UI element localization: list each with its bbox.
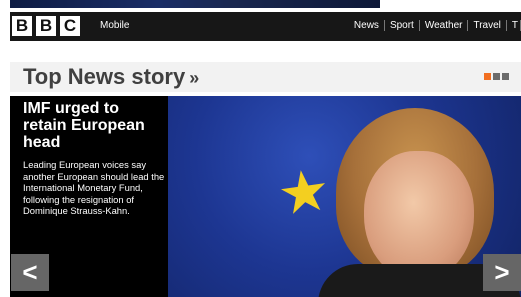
double-chevron-icon: » (189, 68, 200, 88)
nav-item-truncated[interactable]: T (507, 20, 521, 31)
previous-story-button[interactable]: < (11, 254, 49, 291)
main-nav: News Sport Weather Travel T (349, 20, 521, 31)
pager-dot-3[interactable] (502, 73, 509, 80)
section-title-link[interactable]: Top News story» (23, 63, 199, 92)
pager-dot-2[interactable] (493, 73, 500, 80)
nav-item-travel[interactable]: Travel (468, 20, 507, 31)
person-face (364, 151, 474, 281)
story-photo[interactable]: ★ (168, 96, 521, 297)
section-header: Top News story» (10, 62, 521, 92)
logo-letter: B (36, 16, 56, 36)
chevron-left-icon: < (22, 257, 38, 287)
section-title: Top News story (23, 64, 186, 89)
top-story-carousel: ★ IMF urged to retain European head Lead… (10, 96, 521, 297)
bbc-logo[interactable]: B B C (12, 16, 80, 36)
top-image-strip (0, 0, 521, 12)
story-headline[interactable]: IMF urged to retain European head (23, 100, 163, 151)
story-summary: Leading European voices say another Euro… (23, 159, 165, 216)
pager-dot-1[interactable] (484, 73, 491, 80)
next-story-button[interactable]: > (483, 254, 521, 291)
nav-item-sport[interactable]: Sport (385, 20, 420, 31)
brand-subtitle: Mobile (100, 20, 130, 31)
logo-letter: B (12, 16, 32, 36)
header-bar: B B C Mobile News Sport Weather Travel T (10, 12, 521, 41)
eu-star-icon: ★ (273, 156, 335, 229)
nav-item-news[interactable]: News (349, 20, 385, 31)
nav-item-weather[interactable]: Weather (420, 20, 469, 31)
logo-letter: C (60, 16, 80, 36)
chevron-right-icon: > (494, 257, 510, 287)
carousel-pager (484, 73, 509, 80)
previous-image-fragment (10, 0, 380, 8)
